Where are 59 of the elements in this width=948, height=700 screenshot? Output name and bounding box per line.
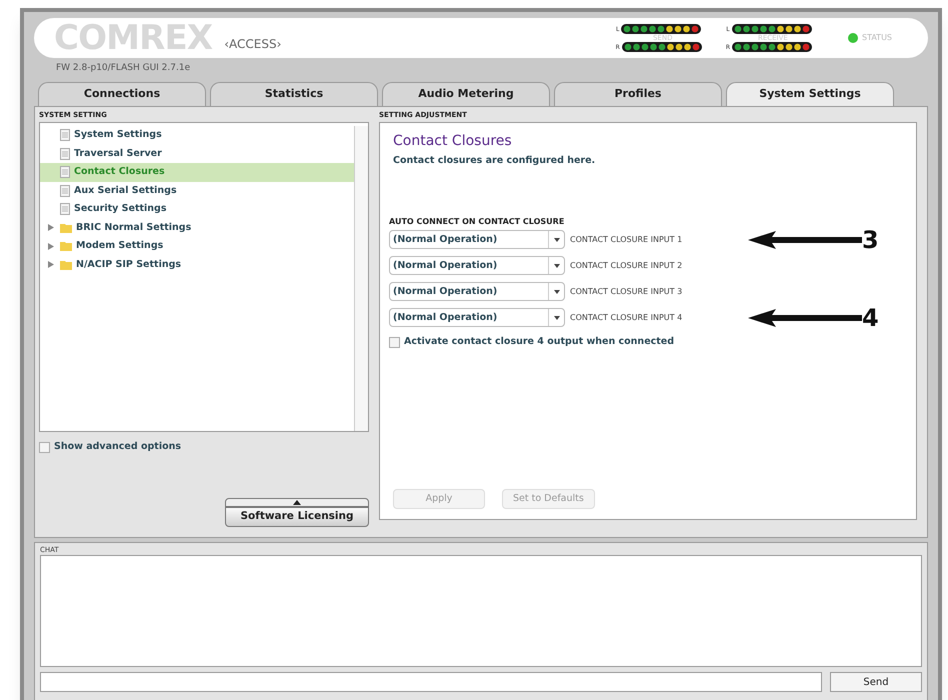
tab[interactable]: Statistics bbox=[210, 82, 378, 106]
checkbox[interactable] bbox=[39, 442, 50, 453]
input-label: CONTACT CLOSURE INPUT 4 bbox=[570, 312, 684, 324]
folder-icon bbox=[60, 241, 72, 252]
up-triangle-icon bbox=[293, 500, 301, 505]
tab[interactable]: Connections bbox=[38, 82, 206, 106]
document-icon bbox=[60, 184, 70, 197]
firmware-version: FW 2.8-p10/FLASH GUI 2.7.1e bbox=[56, 62, 192, 75]
level-meter-icon bbox=[732, 42, 812, 52]
dropdown[interactable]: (Normal Operation) bbox=[389, 282, 565, 302]
folder-icon bbox=[60, 222, 72, 233]
dropdown[interactable]: (Normal Operation) bbox=[389, 308, 565, 328]
document-icon bbox=[60, 203, 70, 216]
callout-arrow-icon bbox=[748, 230, 862, 249]
dropdown-arrow-icon bbox=[554, 316, 560, 320]
level-meter-icon bbox=[732, 24, 812, 34]
input-label: CONTACT CLOSURE INPUT 2 bbox=[570, 260, 684, 272]
description: Contact closures are configured here. bbox=[393, 154, 596, 168]
checkbox-label: Show advanced options bbox=[54, 440, 182, 454]
message-field[interactable] bbox=[40, 672, 822, 692]
status-label: STATUS bbox=[862, 32, 892, 44]
section-heading: Contact Closures bbox=[393, 132, 513, 151]
send-button[interactable]: Send bbox=[830, 672, 922, 692]
document-icon bbox=[60, 166, 70, 178]
tree-item[interactable]: N/ACIP SIP Settings bbox=[40, 256, 354, 274]
tree-item[interactable]: Aux Serial Settings bbox=[40, 182, 354, 200]
dropdown-arrow-icon bbox=[554, 290, 560, 294]
tree-item[interactable]: System Settings bbox=[40, 126, 354, 144]
expand-arrow-icon[interactable] bbox=[48, 242, 54, 250]
expand-button[interactable] bbox=[225, 498, 369, 507]
tab[interactable]: Audio Metering bbox=[382, 82, 550, 106]
software-licensing-button[interactable]: Software Licensing bbox=[225, 507, 369, 527]
checkbox-label: Activate contact closure 4 output when connected bbox=[404, 335, 674, 350]
dropdown-arrow-icon bbox=[554, 238, 560, 242]
level-meter-icon bbox=[622, 42, 702, 52]
tree-item[interactable]: Security Settings bbox=[40, 200, 354, 218]
dropdown[interactable]: (Normal Operation) bbox=[389, 256, 565, 276]
tree-item[interactable]: Traversal Server bbox=[40, 144, 354, 163]
tree-item[interactable]: Modem Settings bbox=[40, 237, 354, 256]
scrollbar-track[interactable] bbox=[354, 126, 368, 431]
tab[interactable]: System Settings bbox=[726, 82, 894, 106]
callout-number: 4 bbox=[862, 306, 879, 330]
group-title: AUTO CONNECT ON CONTACT CLOSURE bbox=[389, 216, 566, 228]
checkbox[interactable] bbox=[389, 336, 400, 348]
expand-arrow-icon[interactable] bbox=[48, 224, 54, 232]
product-name: ‹ACCESS› bbox=[224, 36, 282, 53]
expand-arrow-icon[interactable] bbox=[48, 261, 54, 268]
callout-number: 3 bbox=[862, 228, 879, 252]
dropdown-arrow-icon bbox=[554, 264, 560, 268]
folder-icon bbox=[60, 260, 72, 270]
document-icon bbox=[60, 129, 70, 142]
input-label: CONTACT CLOSURE INPUT 3 bbox=[570, 286, 684, 298]
level-meter-icon bbox=[621, 24, 702, 34]
input-label: CONTACT CLOSURE INPUT 1 bbox=[570, 234, 684, 246]
document-icon bbox=[60, 148, 70, 160]
tree-item[interactable]: BRIC Normal Settings bbox=[40, 218, 354, 237]
tab[interactable]: Profiles bbox=[554, 82, 722, 106]
callout-arrow-icon bbox=[748, 308, 862, 327]
dropdown[interactable]: (Normal Operation) bbox=[389, 230, 565, 250]
